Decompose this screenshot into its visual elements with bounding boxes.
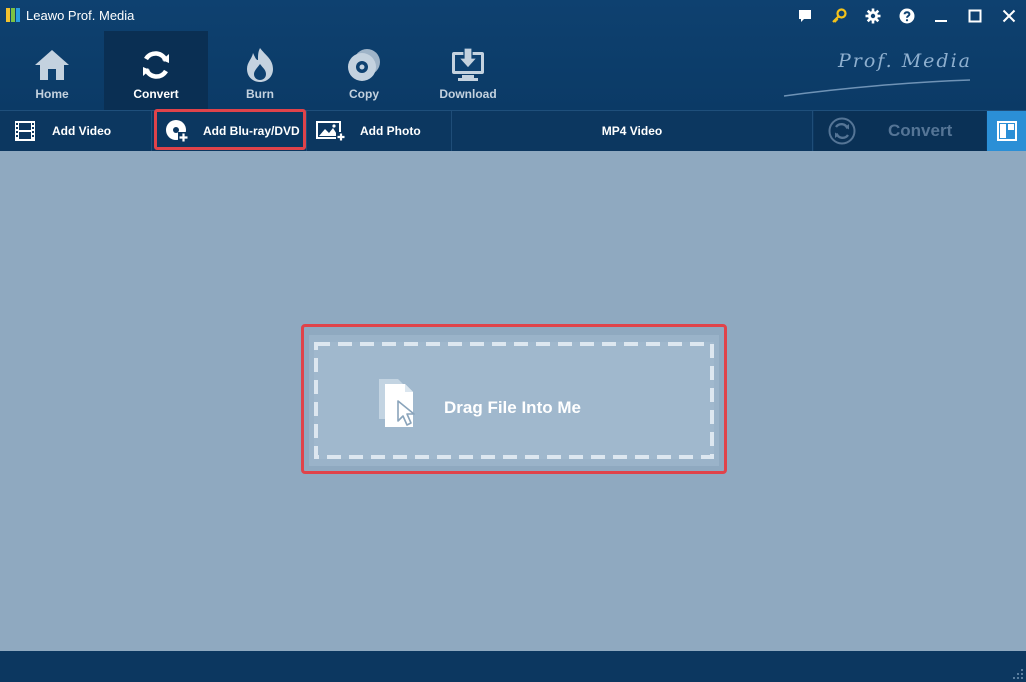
convert-icon xyxy=(143,51,169,79)
film-icon xyxy=(15,121,35,141)
module-nav: Home Convert Burn Copy Download xyxy=(0,31,520,110)
add-video-label: Add Video xyxy=(52,124,112,138)
nav-label: Download xyxy=(439,87,497,101)
gear-icon xyxy=(865,8,881,23)
settings-button[interactable] xyxy=(856,0,890,31)
add-photo-label: Add Photo xyxy=(360,124,421,138)
minimize-button[interactable] xyxy=(924,0,958,31)
brand-logo: Prof. Media xyxy=(837,50,972,72)
home-icon xyxy=(35,50,69,80)
resize-grip-icon[interactable] xyxy=(1013,669,1023,679)
file-drag-icon xyxy=(379,379,415,427)
download-icon xyxy=(452,47,484,81)
register-button[interactable] xyxy=(822,0,856,31)
burn-icon xyxy=(247,48,273,82)
convert-label: Convert xyxy=(888,121,953,140)
add-bluray-highlight xyxy=(154,109,306,150)
header: Leawo Prof. Media Home Convert Burn Copy… xyxy=(0,0,1026,110)
nav-label: Home xyxy=(35,87,69,101)
maximize-button[interactable] xyxy=(958,0,992,31)
toolbar-divider xyxy=(151,111,152,151)
add-video-button[interactable]: Add Video xyxy=(14,111,111,151)
drop-zone-inner: Drag File Into Me xyxy=(314,342,714,459)
output-format-selector[interactable]: MP4 Video xyxy=(452,111,812,151)
app-title: Leawo Prof. Media xyxy=(26,8,135,23)
close-icon xyxy=(1002,9,1016,22)
nav-label: Convert xyxy=(133,87,179,101)
copy-icon xyxy=(348,49,380,81)
convert-button[interactable]: Convert xyxy=(814,111,986,151)
help-button[interactable] xyxy=(890,0,924,31)
toolbar-divider xyxy=(306,111,307,151)
brand-swoosh-icon xyxy=(783,79,971,97)
photo-add-icon xyxy=(316,121,346,142)
help-icon xyxy=(899,8,915,23)
toolbar-divider xyxy=(812,111,813,151)
key-icon xyxy=(832,7,847,23)
layout-icon xyxy=(996,121,1017,141)
nav-home[interactable]: Home xyxy=(0,31,104,110)
feedback-button[interactable] xyxy=(788,0,822,31)
drop-zone-text: Drag File Into Me xyxy=(444,398,581,417)
app-logo-icon xyxy=(6,8,20,22)
minimize-icon xyxy=(935,19,947,22)
close-button[interactable] xyxy=(992,0,1026,31)
nav-download[interactable]: Download xyxy=(416,31,520,110)
nav-label: Copy xyxy=(349,87,379,101)
nav-burn[interactable]: Burn xyxy=(208,31,312,110)
nav-copy[interactable]: Copy xyxy=(312,31,416,110)
layout-toggle-button[interactable] xyxy=(987,111,1026,151)
add-photo-button[interactable]: Add Photo xyxy=(316,111,421,151)
chat-icon xyxy=(799,9,811,22)
title-bar: Leawo Prof. Media xyxy=(0,0,1026,31)
nav-label: Burn xyxy=(246,87,274,101)
status-bar xyxy=(0,651,1026,682)
convert-refresh-icon xyxy=(828,117,856,145)
nav-convert[interactable]: Convert xyxy=(104,31,208,110)
drop-zone[interactable]: Drag File Into Me xyxy=(309,335,719,466)
maximize-icon xyxy=(968,9,982,22)
output-format-label: MP4 Video xyxy=(601,124,663,138)
